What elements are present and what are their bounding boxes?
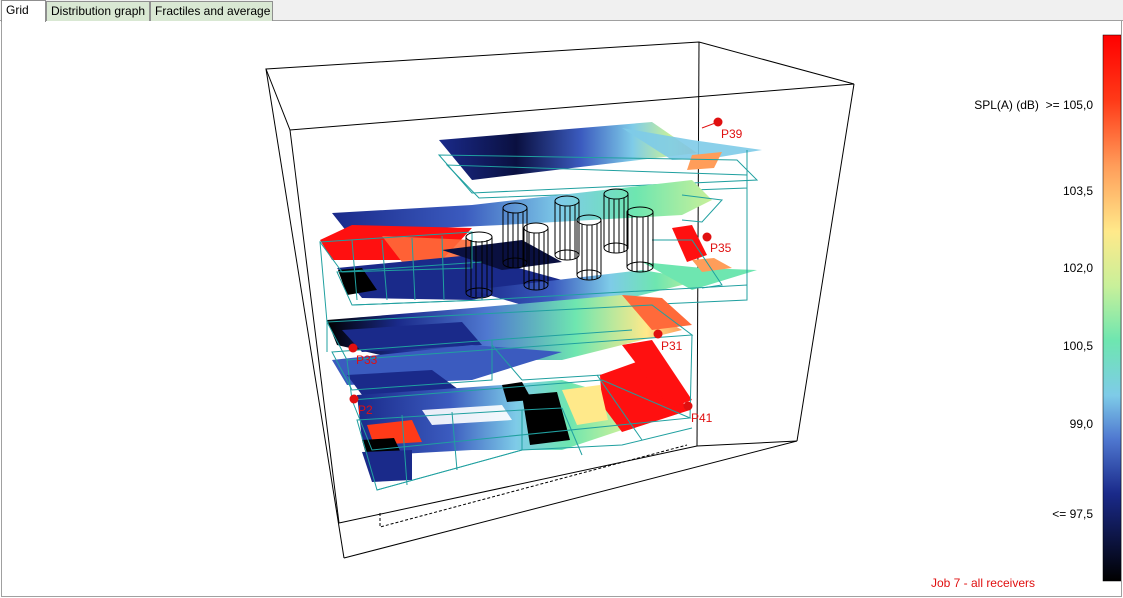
legend-label-min: <= 97,5 xyxy=(1052,507,1093,521)
legend-label-99-0: 99,0 xyxy=(1069,417,1093,431)
floor-top xyxy=(437,122,762,199)
legend-color-bar xyxy=(1102,34,1121,582)
legend-label-max: >= 105,0 xyxy=(1045,98,1093,112)
receiver-label: P33 xyxy=(356,353,378,367)
receiver-p35[interactable]: P35 xyxy=(702,232,732,256)
receiver-label: P41 xyxy=(691,411,713,425)
tab-grid[interactable]: Grid xyxy=(1,0,46,22)
receiver-p39[interactable]: P39 xyxy=(701,117,743,142)
3d-grid-viewport[interactable]: P39 P35 P31 P33 P2 P41 SPL(A) (dB) >= 10… xyxy=(1,21,1122,597)
receiver-label: P35 xyxy=(710,241,732,255)
receiver-label: P39 xyxy=(721,127,743,141)
legend-label-100-5: 100,5 xyxy=(1062,339,1093,353)
cylinder xyxy=(576,214,602,281)
receiver-label: P2 xyxy=(358,403,373,417)
tab-bar: Grid Distribution graph Fractiles and av… xyxy=(0,0,1123,22)
legend-label-103-5: 103,5 xyxy=(1062,184,1093,198)
legend-label-102-0: 102,0 xyxy=(1062,261,1093,275)
tab-distribution-graph[interactable]: Distribution graph xyxy=(46,1,150,21)
status-label: Job 7 - all receivers xyxy=(930,576,1035,590)
noise-map-window: Grid Distribution graph Fractiles and av… xyxy=(0,0,1123,598)
receiver-label: P31 xyxy=(661,339,683,353)
receiver-p41[interactable]: P41 xyxy=(683,401,713,426)
legend-title-row: SPL(A) (dB) >= 105,0 xyxy=(974,98,1093,112)
tab-fractiles-and-average[interactable]: Fractiles and average xyxy=(150,1,273,21)
3d-noise-map: P39 P35 P31 P33 P2 P41 xyxy=(265,34,1121,582)
legend-title: SPL(A) (dB) xyxy=(974,98,1039,112)
